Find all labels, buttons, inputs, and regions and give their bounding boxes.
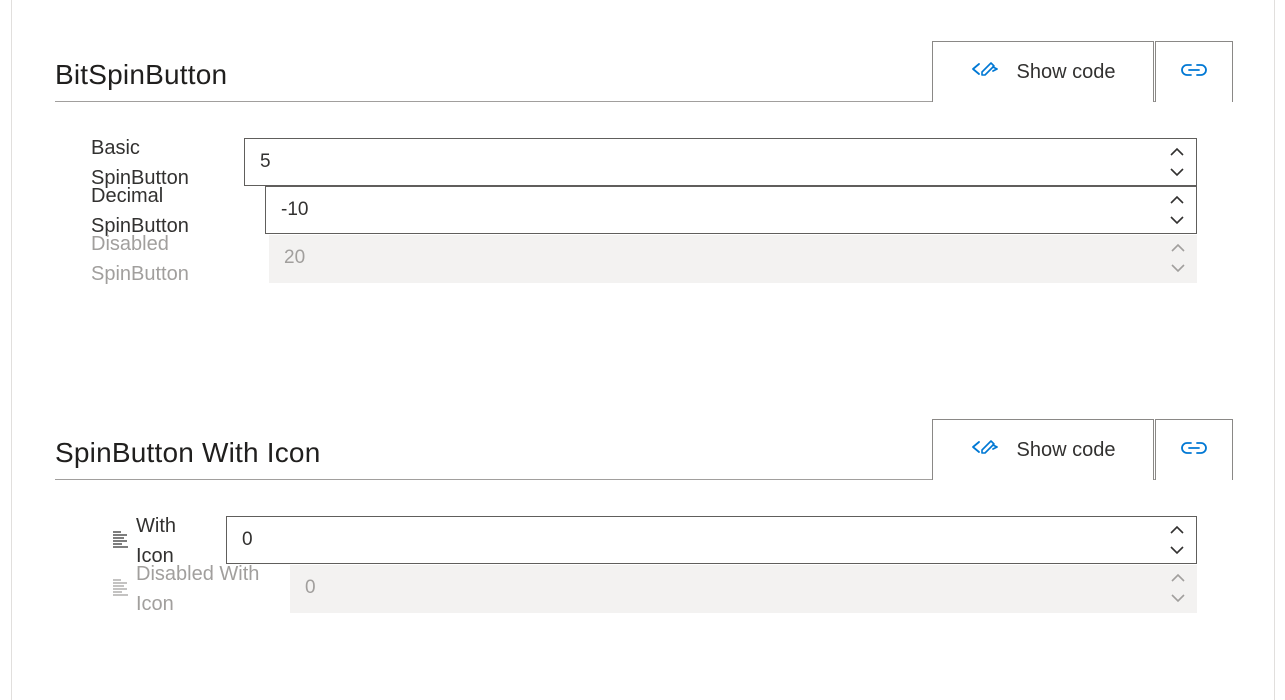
decrement-button[interactable]	[1169, 213, 1185, 227]
increment-button	[1170, 570, 1186, 584]
chevron-down-icon	[1170, 215, 1184, 224]
chevron-down-icon	[1170, 167, 1184, 176]
disabled-spin-button: 20	[269, 235, 1197, 283]
copy-link-button[interactable]	[1155, 41, 1233, 102]
chevron-up-icon	[1170, 195, 1184, 204]
show-code-label: Show code	[1016, 60, 1116, 83]
label-line: SpinButton	[91, 263, 189, 285]
disabled-with-icon-spin-button: 0	[290, 565, 1197, 613]
decrement-button	[1170, 261, 1186, 275]
label-line: Disabled	[91, 233, 169, 255]
copy-link-button[interactable]	[1155, 419, 1233, 480]
chevron-up-icon	[1170, 525, 1184, 534]
label-line: Basic	[91, 137, 140, 159]
decrement-button[interactable]	[1169, 165, 1185, 179]
text-align-icon	[112, 530, 130, 553]
chevron-up-icon	[1170, 147, 1184, 156]
label-line: Icon	[136, 593, 174, 615]
page-right-border	[1274, 0, 1275, 700]
spin-input: 0	[305, 577, 316, 598]
spin-arrows	[1158, 187, 1196, 233]
link-icon	[1180, 61, 1208, 84]
spin-input[interactable]: 5	[260, 139, 271, 185]
text-align-icon	[112, 578, 130, 601]
decrement-button	[1170, 591, 1186, 605]
increment-button[interactable]	[1169, 144, 1185, 158]
with-icon-spin-button: 0	[226, 516, 1197, 564]
spin-arrows	[1158, 139, 1196, 185]
spin-arrows	[1158, 517, 1196, 563]
spin-input[interactable]: -10	[281, 187, 308, 233]
code-edit-icon	[971, 438, 999, 462]
increment-button	[1170, 240, 1186, 254]
section-bitspinbutton: BitSpinButton Show code	[55, 41, 1233, 102]
label-line: With	[136, 515, 176, 537]
section-header: BitSpinButton Show code	[55, 41, 1233, 102]
increment-button[interactable]	[1169, 522, 1185, 536]
show-code-button[interactable]: Show code	[932, 41, 1154, 102]
show-code-button[interactable]: Show code	[932, 419, 1154, 480]
spin-arrows	[1159, 235, 1197, 281]
section-title: SpinButton With Icon	[55, 437, 321, 468]
chevron-down-icon	[1171, 263, 1185, 272]
link-icon	[1180, 439, 1208, 462]
show-code-label: Show code	[1016, 438, 1116, 461]
decimal-spin-button: -10	[265, 186, 1197, 234]
spin-arrows	[1159, 565, 1197, 611]
chevron-down-icon	[1170, 545, 1184, 554]
spin-label-disabled: Disabled SpinButton	[91, 229, 189, 289]
section-spinbutton-with-icon: SpinButton With Icon Show code	[55, 419, 1233, 480]
label-line: Decimal	[91, 185, 164, 207]
chevron-down-icon	[1171, 593, 1185, 602]
section-header: SpinButton With Icon Show code	[55, 419, 1233, 480]
spin-label-disabled-with-icon: Disabled With Icon	[136, 559, 259, 619]
spin-input: 20	[284, 247, 306, 268]
code-edit-icon	[971, 60, 999, 84]
spin-input[interactable]: 0	[242, 517, 253, 563]
chevron-up-icon	[1171, 573, 1185, 582]
page-left-border	[11, 0, 12, 700]
increment-button[interactable]	[1169, 192, 1185, 206]
section-title: BitSpinButton	[55, 59, 228, 90]
basic-spin-button: 5	[244, 138, 1197, 186]
chevron-up-icon	[1171, 243, 1185, 252]
decrement-button[interactable]	[1169, 543, 1185, 557]
label-line: Disabled With	[136, 563, 260, 585]
